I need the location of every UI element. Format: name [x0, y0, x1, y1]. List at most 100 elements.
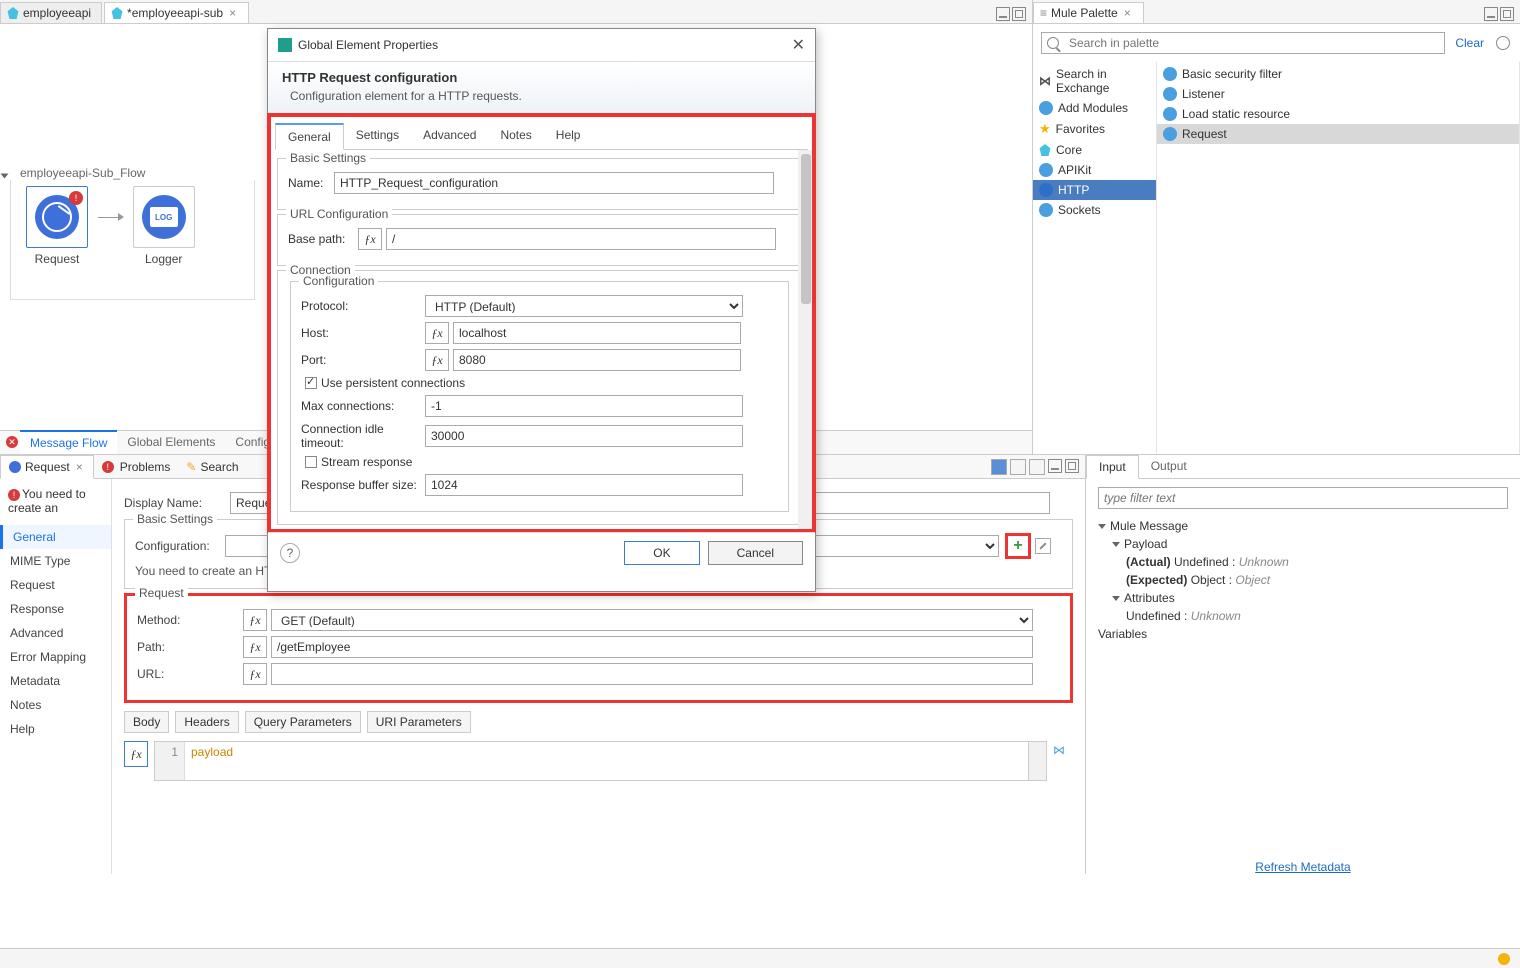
tree-variables[interactable]: Variables — [1098, 625, 1508, 643]
help-icon[interactable]: ? — [280, 543, 300, 563]
sidebar-item-general[interactable]: General — [0, 525, 111, 549]
tab-request[interactable]: Request× — [0, 455, 94, 479]
name-input[interactable] — [334, 172, 774, 194]
subtab-body[interactable]: Body — [124, 711, 169, 733]
close-icon[interactable]: × — [227, 6, 238, 20]
host-input[interactable] — [453, 322, 741, 344]
tab-mule-palette[interactable]: ≡Mule Palette× — [1033, 2, 1144, 23]
refresh-metadata-link[interactable]: Refresh Metadata — [1086, 860, 1520, 874]
persist-checkbox[interactable] — [305, 377, 317, 389]
dtab-general[interactable]: General — [275, 123, 344, 150]
fx-icon[interactable]: ƒx — [425, 322, 449, 344]
subtab-uri-params[interactable]: URI Parameters — [367, 711, 471, 733]
dtab-help[interactable]: Help — [544, 123, 593, 149]
stream-checkbox[interactable] — [305, 456, 317, 468]
url-input[interactable] — [271, 663, 1033, 685]
scrollbar[interactable] — [798, 150, 812, 529]
tab-employeeapi[interactable]: employeeapi — [0, 2, 102, 23]
palette-apikit[interactable]: APIKit — [1033, 160, 1156, 180]
sidebar-item-help[interactable]: Help — [0, 717, 111, 741]
toolbar-icon[interactable] — [1029, 459, 1045, 475]
minimize-icon[interactable] — [1484, 7, 1498, 21]
subtab-headers[interactable]: Headers — [175, 711, 238, 733]
palette-item-listener[interactable]: Listener — [1157, 84, 1519, 104]
palette-core[interactable]: Core — [1033, 140, 1156, 160]
node-request[interactable]: ! Request — [21, 186, 93, 266]
node-label: Logger — [145, 252, 182, 266]
palette-sockets[interactable]: Sockets — [1033, 200, 1156, 220]
tree-mule-message[interactable]: Mule Message — [1098, 517, 1508, 535]
palette-search-input[interactable] — [1064, 33, 1444, 53]
tab-employeeapi-sub[interactable]: *employeeapi-sub× — [104, 2, 249, 23]
edit-icon[interactable] — [1035, 538, 1051, 554]
fx-icon[interactable]: ƒx — [243, 636, 267, 658]
dataweave-icon[interactable]: ⋈ — [1053, 743, 1073, 763]
expand-icon[interactable] — [1, 174, 9, 179]
fx-icon[interactable]: ƒx — [243, 663, 267, 685]
search-icon — [1047, 37, 1059, 49]
dtab-settings[interactable]: Settings — [344, 123, 411, 149]
buf-input[interactable] — [425, 474, 743, 496]
maximize-icon[interactable] — [1012, 7, 1026, 21]
palette-item-load-static[interactable]: Load static resource — [1157, 104, 1519, 124]
subtab-query-params[interactable]: Query Parameters — [245, 711, 361, 733]
tab-message-flow[interactable]: Message Flow — [20, 430, 117, 454]
tab-output[interactable]: Output — [1139, 455, 1199, 478]
tab-input[interactable]: Input — [1086, 455, 1139, 479]
palette-search-exchange[interactable]: ⋈Search in Exchange — [1033, 64, 1156, 98]
sidebar-item-request[interactable]: Request — [0, 573, 111, 597]
fx-icon[interactable]: ƒx — [124, 741, 148, 767]
close-icon[interactable]: × — [74, 460, 85, 474]
tab-search[interactable]: ✎Search — [178, 456, 246, 478]
gear-icon[interactable] — [1496, 36, 1510, 50]
sidebar-item-mime[interactable]: MIME Type — [0, 549, 111, 573]
tab-global-elements[interactable]: Global Elements — [117, 431, 225, 454]
minimize-icon[interactable] — [996, 7, 1010, 21]
tree-attributes[interactable]: Attributes — [1098, 589, 1508, 607]
sidebar-item-advanced[interactable]: Advanced — [0, 621, 111, 645]
code-editor[interactable]: 1 payload — [154, 741, 1029, 781]
tab-label: employeeapi — [23, 6, 91, 20]
fx-icon[interactable]: ƒx — [358, 228, 382, 250]
sidebar-item-metadata[interactable]: Metadata — [0, 669, 111, 693]
maximize-icon[interactable] — [1500, 7, 1514, 21]
cancel-button[interactable]: Cancel — [708, 541, 803, 565]
request-icon — [9, 461, 21, 473]
fx-icon[interactable]: ƒx — [425, 349, 449, 371]
tree-payload[interactable]: Payload — [1098, 535, 1508, 553]
add-config-button[interactable] — [1009, 537, 1027, 555]
ok-button[interactable]: OK — [624, 541, 699, 565]
filter-input[interactable] — [1098, 487, 1508, 509]
palette-favorites[interactable]: ★Favorites — [1033, 118, 1156, 140]
palette-item-request[interactable]: Request — [1157, 124, 1519, 144]
basepath-input[interactable] — [386, 228, 776, 250]
protocol-select[interactable]: HTTP (Default) — [425, 295, 743, 317]
maxconn-input[interactable] — [425, 395, 743, 417]
component-icon — [1163, 67, 1177, 81]
sidebar-item-response[interactable]: Response — [0, 597, 111, 621]
path-input[interactable] — [271, 636, 1033, 658]
idle-input[interactable] — [425, 425, 743, 447]
maximize-icon[interactable] — [1065, 459, 1079, 473]
port-input[interactable] — [453, 349, 741, 371]
dtab-notes[interactable]: Notes — [488, 123, 543, 149]
mule-icon — [7, 7, 19, 19]
palette-item-basic-security[interactable]: Basic security filter — [1157, 64, 1519, 84]
tab-problems[interactable]: !Problems — [94, 456, 179, 478]
close-icon[interactable]: ✕ — [792, 35, 805, 55]
minimize-icon[interactable] — [1048, 459, 1062, 473]
clear-link[interactable]: Clear — [1449, 36, 1490, 50]
palette-add-modules[interactable]: Add Modules — [1033, 98, 1156, 118]
palette-http[interactable]: HTTP — [1033, 180, 1156, 200]
sidebar-item-notes[interactable]: Notes — [0, 693, 111, 717]
method-select[interactable]: GET (Default) — [271, 609, 1033, 631]
fx-icon[interactable]: ƒx — [243, 609, 267, 631]
close-icon[interactable]: × — [1122, 6, 1133, 20]
save-icon[interactable] — [991, 459, 1007, 475]
sidebar-item-error-mapping[interactable]: Error Mapping — [0, 645, 111, 669]
code-text: payload — [191, 745, 233, 759]
node-logger[interactable]: Logger — [128, 186, 200, 266]
dtab-advanced[interactable]: Advanced — [411, 123, 488, 149]
scrollbar[interactable] — [1029, 741, 1047, 781]
toolbar-icon[interactable] — [1010, 459, 1026, 475]
